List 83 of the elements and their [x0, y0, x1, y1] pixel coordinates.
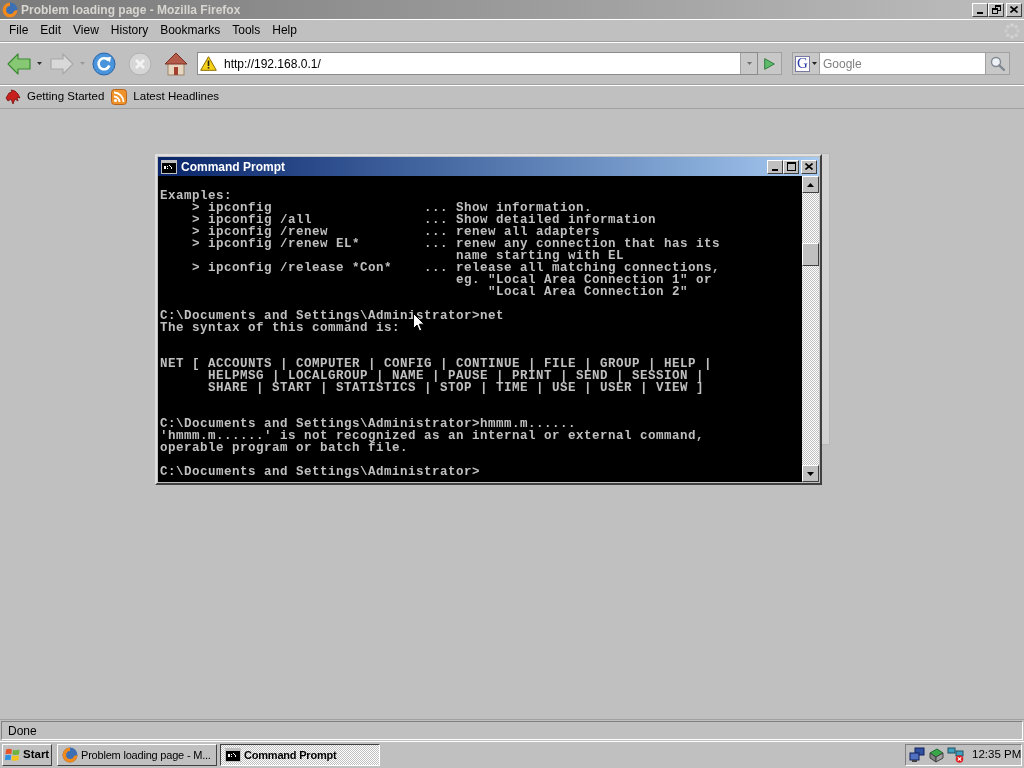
console-line: > ipconfig ... Show information. — [192, 202, 593, 214]
rss-feed-icon — [111, 89, 128, 105]
search-button[interactable] — [985, 52, 1010, 75]
caret-icon — [746, 62, 752, 65]
network-icon — [909, 747, 925, 763]
restore-icon — [991, 5, 1001, 14]
globe-icon — [2, 1, 18, 18]
menu-item[interactable]: File — [3, 21, 35, 40]
network-error-icon — [947, 747, 965, 763]
right-arrow-icon — [50, 52, 74, 75]
flag-icon — [5, 748, 20, 762]
start-button[interactable]: Start — [2, 744, 52, 766]
console-line: C:\Documents and Settings\Administrator> — [160, 466, 481, 478]
cube-icon — [928, 747, 944, 763]
console-line: eg. "Local Area Connection 1" or — [455, 274, 713, 286]
address-field[interactable]: http://192.168.0.1/ — [197, 52, 758, 75]
taskbar-button[interactable]: Command Prompt — [220, 744, 380, 766]
status-text: Done — [8, 722, 37, 740]
menu-item[interactable]: Help — [266, 21, 303, 40]
maximize-button[interactable] — [783, 159, 799, 174]
scroll-down-button[interactable] — [802, 465, 819, 482]
console-line: The syntax of this command is: — [160, 322, 401, 334]
scrollbar-thumb[interactable] — [802, 243, 819, 266]
console-line: operable program or batch file. — [160, 442, 409, 454]
console-line: > ipconfig /all ... Show detailed information — [191, 214, 657, 226]
up-triangle-icon — [807, 182, 814, 187]
menu-item[interactable]: Tools — [226, 21, 267, 40]
close-icon — [1010, 6, 1018, 13]
maximize-icon — [786, 162, 796, 171]
console-line: C:\Documents and Settings\Administrator>hmmm.m...... — [160, 418, 577, 430]
bookmark-icon — [5, 89, 21, 105]
stop-icon — [128, 51, 152, 76]
home-button[interactable] — [164, 51, 188, 76]
search-icon — [990, 56, 1005, 71]
reload-icon — [92, 51, 116, 76]
bookmark-item[interactable]: Getting Started — [5, 88, 105, 106]
scrollbar-track[interactable] — [802, 176, 819, 482]
bookmark-item[interactable]: Latest Headlines — [111, 88, 220, 106]
menu-item[interactable]: View — [67, 21, 105, 40]
console-line: > ipconfig /renew ... renew all adapters — [191, 226, 601, 238]
play-triangle-icon — [764, 57, 775, 70]
console-line: name starting with EL — [455, 250, 625, 262]
console-icon — [225, 748, 241, 762]
window-title: Command Prompt — [181, 158, 285, 175]
warning-icon — [200, 56, 217, 71]
minimize-icon — [772, 168, 778, 171]
caret-icon — [812, 62, 817, 65]
console-line: 'hmmm.m......' is not recognized as an internal or external command, — [160, 430, 705, 442]
menu-item[interactable]: History — [104, 21, 155, 40]
console-icon — [161, 159, 177, 174]
menu-item[interactable]: Bookmarks — [154, 21, 227, 40]
taskbar-button[interactable]: Problem loading page - M... — [57, 744, 217, 766]
search-engine-button[interactable]: G — [792, 52, 820, 75]
console-line: NET [ ACCOUNTS | COMPUTER | CONFIG | CONTINUE | FILE | GROUP | HELP | — [160, 358, 713, 370]
down-triangle-icon — [807, 471, 814, 476]
window-title: Problem loading page - Mozilla Firefox — [21, 1, 241, 18]
menu-item[interactable]: Edit — [34, 21, 68, 40]
search-field[interactable]: Google — [820, 52, 985, 75]
console-line: > ipconfig /renew EL* ... renew any connection that has its — [191, 238, 721, 250]
minimize-icon — [977, 11, 983, 14]
caret-icon — [37, 62, 42, 65]
minimize-button[interactable] — [767, 159, 783, 174]
scroll-up-button[interactable] — [802, 176, 819, 193]
restore-button[interactable] — [988, 2, 1004, 17]
clock: 12:35 PM — [972, 747, 1022, 763]
console-line: C:\Documents and Settings\Administrator>net — [160, 310, 505, 322]
history-dropdown-button[interactable] — [37, 62, 42, 65]
close-icon — [805, 163, 813, 170]
caret-icon — [80, 62, 85, 65]
console-line: SHARE | START | STATISTICS | STOP | TIME | USE | USER | VIEW ] — [207, 382, 705, 394]
console-line: Examples: — [160, 190, 232, 202]
console-line: "Local Area Connection 2" — [487, 286, 689, 298]
minimize-button[interactable] — [972, 2, 988, 17]
close-button[interactable] — [801, 159, 817, 174]
globe-icon — [62, 747, 78, 763]
home-icon — [164, 51, 188, 76]
reload-button[interactable] — [92, 51, 116, 76]
console-line: > ipconfig /release *Con* ... release all matching connections, — [191, 262, 721, 274]
left-arrow-icon — [7, 52, 31, 75]
console-line: HELPMSG | LOCALGROUP | NAME | PAUSE | PRINT | SEND | SESSION | — [207, 370, 705, 382]
url-input[interactable]: http://192.168.0.1/ — [224, 54, 740, 73]
go-button[interactable] — [758, 52, 782, 75]
close-button[interactable] — [1006, 2, 1022, 17]
